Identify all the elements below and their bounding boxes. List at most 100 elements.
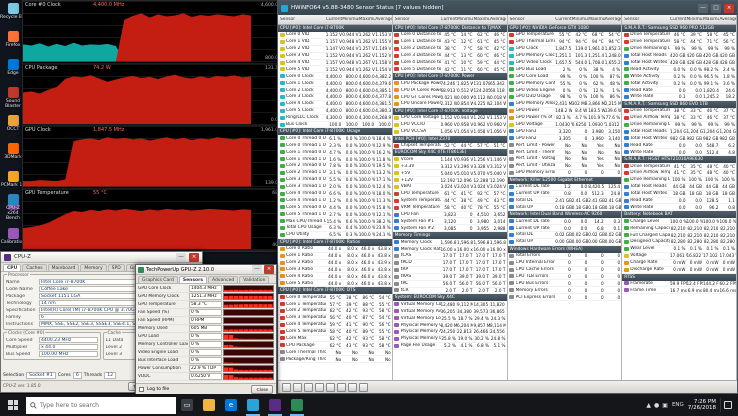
sensor-row[interactable]: Core 4 Ratio44.0 x8.0 x46.0 x43.8 x — [278, 273, 392, 280]
clock-icon[interactable] — [282, 383, 291, 392]
column-header-minimum[interactable]: Minimum — [342, 17, 358, 22]
sensor-row[interactable]: Write Rate0.10.01,245.218.2 — [622, 94, 736, 101]
sensor-group-header[interactable]: Memory Timings — [393, 232, 507, 239]
sensor-row[interactable]: Current DL rate1.20.08,420.5125.4 — [508, 184, 622, 191]
sensor-row[interactable]: Core 5 Clock4,400.0800.04,600.04,380.3 — [278, 108, 392, 115]
sensor-row[interactable]: Total DL0.02 GB0.02 GB0.02 GB0.02 GB — [508, 232, 622, 239]
sensor-row[interactable]: CPU TLB Errors0000 — [508, 274, 622, 281]
taskbar-icon-task-view[interactable]: ▭ — [176, 394, 198, 416]
column-header-sensor[interactable]: Sensor — [393, 17, 441, 22]
gpuz-sensor-row[interactable]: VDDC0.6250 V — [138, 373, 274, 381]
sensor-row[interactable]: Core 0 Ratio44.0 x8.0 x46.0 x43.8 x — [278, 246, 392, 253]
socket-selector[interactable]: Socket #1 — [26, 372, 56, 379]
sensor-row[interactable]: Drive Remaining Life99 %99 %99 %99 % — [622, 46, 736, 53]
sensor-row[interactable]: Core Max62 °C42 °C93 °C58 °C — [278, 336, 392, 343]
sensor-row[interactable]: Drive Remaining Life100 %100 %100 %100 % — [622, 177, 736, 184]
sensor-group-header[interactable]: S.M.A.R.T.: Samsung SSD 860 EVO 1TB — [622, 101, 736, 108]
column-header-sensor[interactable]: Sensor — [622, 17, 670, 22]
sensor-group-header[interactable]: CPU [#0]: Intel Core i7-8700K: Ratios — [278, 239, 392, 246]
sensor-row[interactable]: Package/Ring ThrottlingNoNoNoNo — [278, 356, 392, 363]
sensor-row[interactable]: Total Activity0.2 %0.0 %99.1 %3.6 % — [622, 80, 736, 87]
close-button[interactable]: × — [189, 253, 199, 262]
column-header-minimum[interactable]: Minimum — [457, 17, 473, 22]
column-header-average[interactable]: Average — [719, 17, 735, 22]
sensor-row[interactable]: Write Activity0.2 %0.0 %96.5 %1.8 % — [622, 73, 736, 80]
sensor-row[interactable]: Total Host Reads44 GB44 GB44 GB44 GB — [622, 184, 736, 191]
action-center-button[interactable] — [720, 398, 734, 412]
sensor-row[interactable]: Total Host Writes982 GB982 GB982 GB982 G… — [622, 135, 736, 142]
sensor-row[interactable]: CPU Internal Errors0000 — [508, 260, 622, 267]
sensor-row[interactable]: CPU VCCSA1.056 V1.054 V1.058 V1.056 V — [393, 129, 507, 136]
sensor-row[interactable]: GPU Memory Allocated2,431 MB302 MB3,866 … — [508, 101, 622, 108]
close-button[interactable]: × — [724, 4, 734, 13]
sensor-row[interactable]: Perf. Limit - UtilizationNoNoYesNo — [508, 163, 622, 170]
maximize-button[interactable]: □ — [711, 4, 721, 13]
sensor-row[interactable]: Core 3 Clock4,400.0800.04,600.04,377.8 — [278, 94, 392, 101]
sensor-row[interactable]: Core 0 Temperature55 °C38 °C86 °C54 °C — [278, 294, 392, 301]
log-to-file-checkbox[interactable] — [139, 387, 144, 392]
sensor-row[interactable]: GPU Clock1,847.5139.01,961.01,852.3 — [508, 46, 622, 53]
gpuz-sensor-row[interactable]: Memory Controller Load0 % — [138, 341, 274, 349]
tab-validation[interactable]: Validation — [239, 276, 269, 283]
column-header-maximum[interactable]: Maximum — [473, 17, 489, 22]
sensor-row[interactable]: Core 5 VID1.152 V0.944 V1.262 V1.154 V — [278, 66, 392, 73]
sensor-row[interactable]: GPU D3D Usage98 %0 %100 %86 % — [508, 94, 622, 101]
sensor-row[interactable]: Frame Time16.7 ms6.9 ms80.4 ms16.6 ms — [622, 287, 736, 294]
tab-sensors[interactable]: Sensors — [179, 276, 207, 283]
sensor-row[interactable]: Drive Temperature46 °C39 °C58 °C45 °C — [622, 32, 736, 39]
gpuz-sensor-row[interactable]: Bus Interface Load0 % — [138, 357, 274, 365]
sensor-row[interactable]: Remaining Capacity82,21082,21082,21082,2… — [622, 225, 736, 232]
tab-graphics-card[interactable]: Graphics Card — [138, 276, 178, 283]
sensor-row[interactable]: CPU Utility6.5 %0.3 %100.0 %24.1 % — [278, 232, 392, 239]
volume-icon[interactable]: ▣ — [662, 402, 668, 409]
sensor-row[interactable]: Core 1 Temperature57 °C39 °C88 °C55 °C — [278, 301, 392, 308]
sensor-group-header[interactable]: Network: Killer E2500 Gigabit Ethernet — [508, 177, 622, 184]
tray-chevron-icon[interactable]: ▲ — [646, 402, 651, 409]
sensor-row[interactable]: Memory Clock Ratio16.00 x16.00 x16.00 x1… — [393, 246, 507, 253]
sensor-row[interactable]: Memory Errors0000 — [508, 287, 622, 294]
column-header-maximum[interactable]: Maximum — [703, 17, 719, 22]
sensor-row[interactable]: Drive Temperature 258 °C44 °C71 °C56 °C — [622, 39, 736, 46]
sensor-row[interactable]: Core 0 Distance to TjMAX45 °C14 °C62 °C4… — [393, 32, 507, 39]
tab-caches[interactable]: Caches — [22, 264, 46, 271]
sensor-row[interactable]: CPU VCCIO0.960 V0.958 V0.962 V0.960 V — [393, 122, 507, 129]
sensor-row[interactable]: Virtual Memory Committed12,480 MB9,112 M… — [393, 301, 507, 308]
column-header-minimum[interactable]: Minimum — [572, 17, 588, 22]
gear-icon[interactable] — [293, 383, 302, 392]
gpuz-sensor-row[interactable]: GPU Core Clock1404.3 MHz — [138, 285, 274, 293]
sensor-row[interactable]: Chipset Temperature52 °C44 °C57 °C51 °C — [393, 143, 507, 150]
taskbar-icon-file-explorer[interactable] — [198, 394, 220, 416]
sensor-row[interactable]: Current DL rate0.00.014.20.3 — [508, 218, 622, 225]
sensor-row[interactable]: Bus Clock100.0100.0100.0100.0 — [278, 122, 392, 129]
sensor-row[interactable]: Current UP rate0.00.06.80.1 — [508, 225, 622, 232]
column-header-sensor[interactable]: Sensor — [278, 17, 326, 22]
sensor-row[interactable]: Drive Remaining Life99 %99 %99 %99 % — [622, 122, 736, 129]
sensor-row[interactable]: Core 1 Thread 1 Usage1.6 %0.0 %100.0 %11… — [278, 156, 392, 163]
gpuz-sensor-row[interactable]: GPU Temperature58.3 °C — [138, 301, 274, 309]
sensor-row[interactable]: Total Host Reads1,204 GB1,204 GB1,204 GB… — [622, 129, 736, 136]
language-indicator[interactable]: ENG — [672, 402, 684, 408]
sensor-row[interactable]: +3.3V3.312 V3.296 V3.328 V3.312 V — [393, 163, 507, 170]
hwinfo-window[interactable]: HWiNFO64 v5.88-3480 Sensor Status [7 val… — [277, 0, 738, 394]
sensor-row[interactable]: +5V5.040 V5.010 V5.070 V5.040 V — [393, 170, 507, 177]
sensor-row[interactable]: System Fan #23,08503,9552,988 — [393, 225, 507, 232]
sensor-group-header[interactable]: RTSS — [622, 274, 736, 281]
sensor-group-header[interactable]: CPU [#0]: Intel Core i7-8700K: Power — [393, 73, 507, 80]
sensor-row[interactable]: Physical Memory Available24,250 MB22,813… — [393, 329, 507, 336]
sensor-row[interactable]: Max CPU/Thread Usage15.4 %0.6 %100.0 %38… — [278, 218, 392, 225]
sensor-row[interactable]: Voltage17.061 V16.822 V17.102 V17.043 V — [622, 253, 736, 260]
sensor-row[interactable]: Core 3 Temperature56 °C40 °C87 °C54 °C — [278, 315, 392, 322]
sensor-row[interactable]: Core 1 VID1.157 V0.948 V1.262 V1.155 V — [278, 39, 392, 46]
sensor-row[interactable]: tCR2.0 T2.0 T2.0 T2.0 T — [393, 288, 507, 295]
layout-icon[interactable] — [337, 383, 346, 392]
sensor-row[interactable]: PCI Express Errors0000 — [508, 294, 622, 301]
sensor-group-header[interactable]: GPU [#0]: NVIDIA GeForce GTX 1080 — [508, 25, 622, 32]
sensor-row[interactable]: Drive Airflow Temperature41 °C35 °C48 °C… — [622, 170, 736, 177]
sensor-row[interactable]: Charge Level100.0 %100.0 %100.0 %100.0 % — [622, 218, 736, 225]
taskbar-icon-gpu-z[interactable] — [286, 394, 308, 416]
tab-advanced[interactable]: Advanced — [208, 276, 238, 283]
sensor-row[interactable]: Core 1 Distance to TjMAX43 °C12 °C61 °C4… — [393, 39, 507, 46]
gpuz-titlebar[interactable]: TechPowerUp GPU-Z 2.10.0 — × — [136, 265, 276, 275]
taskbar-icon-cpu-z[interactable] — [264, 394, 286, 416]
graph-strip-2[interactable]: CPU Package74.2 W131.10.0 — [23, 64, 280, 127]
